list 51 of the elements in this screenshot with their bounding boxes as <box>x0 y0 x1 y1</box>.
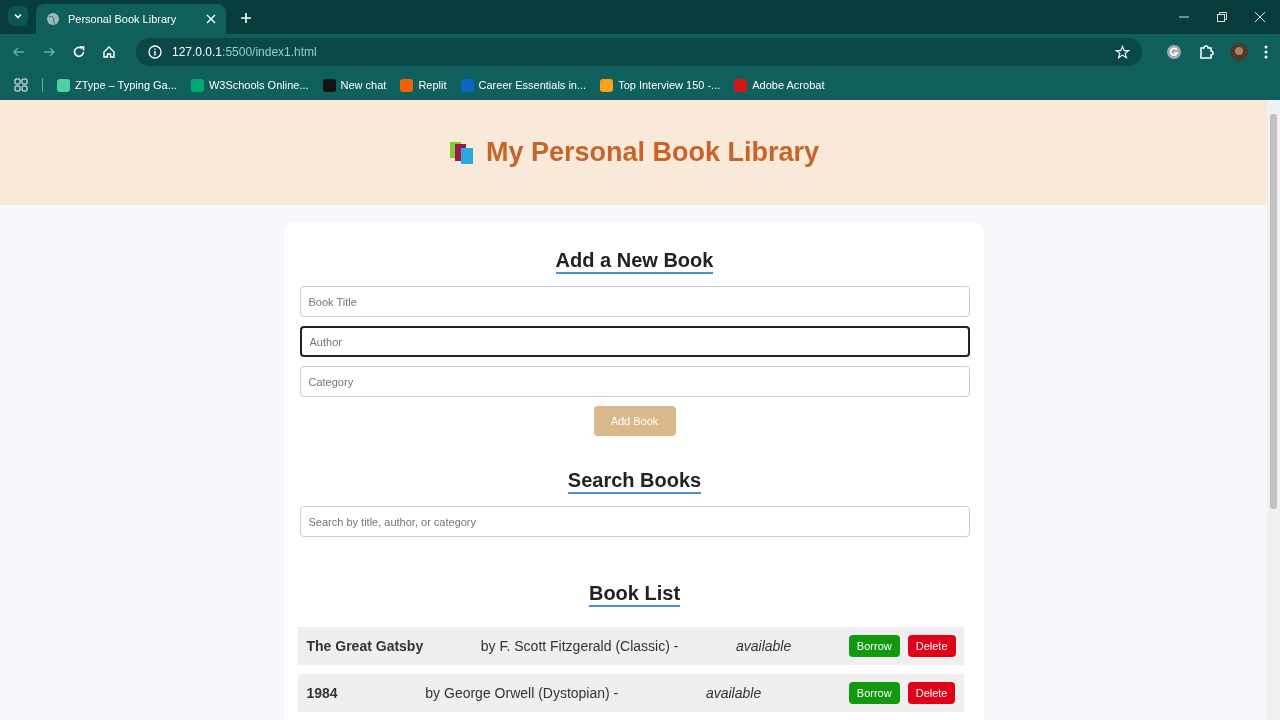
restore-icon[interactable] <box>1216 11 1228 23</box>
tab-list-button[interactable] <box>8 6 28 26</box>
info-icon <box>148 45 162 59</box>
back-icon[interactable] <box>12 45 26 59</box>
bookmark-favicon-icon <box>57 78 70 92</box>
bookmark-favicon-icon <box>322 78 336 92</box>
bookmark-favicon-icon <box>600 78 614 92</box>
close-icon[interactable] <box>1254 11 1266 23</box>
reload-icon[interactable] <box>72 45 86 59</box>
book-title: 1984 <box>306 685 338 701</box>
section-heading: Search Books <box>567 468 702 494</box>
chevron-down-icon <box>13 11 23 21</box>
forward-icon[interactable] <box>42 45 56 59</box>
book-status: available <box>736 638 792 654</box>
address-bar[interactable]: 127.0.0.1:5500/index1.html <box>136 38 1142 66</box>
bookmark[interactable]: Adobe Acrobat <box>734 78 825 92</box>
borrow-button[interactable]: Borrow <box>848 635 900 657</box>
extension-g-icon[interactable] <box>1166 44 1182 60</box>
delete-button[interactable]: Delete <box>907 635 956 657</box>
page-title: My Personal Book Library <box>485 137 820 168</box>
books-icon <box>447 139 476 166</box>
extensions-icon[interactable] <box>1198 44 1214 60</box>
input-field[interactable]: Author <box>299 326 970 357</box>
bookmark-favicon-icon <box>460 78 474 92</box>
bookmark-favicon-icon <box>400 78 414 92</box>
apps-icon[interactable] <box>14 78 28 92</box>
bookmark-favicon-icon <box>190 78 204 92</box>
globe-icon <box>46 12 60 26</box>
book-details: by George Orwell (Dystopian) - <box>425 685 619 701</box>
star-icon[interactable] <box>1115 44 1130 60</box>
bookmark[interactable]: New chat <box>322 78 387 92</box>
home-icon[interactable] <box>102 45 116 59</box>
bookmark[interactable]: Top Interview 150 -... <box>600 78 721 92</box>
new-tab-icon[interactable] <box>240 12 252 24</box>
bookmark[interactable]: Career Essentials in... <box>460 78 587 92</box>
section-heading: Book List <box>588 581 681 607</box>
bookmark[interactable]: Replit <box>400 78 447 92</box>
bookmark[interactable]: ZType – Typing Ga... <box>57 78 177 92</box>
delete-button[interactable]: Delete <box>907 682 956 704</box>
book-title: The Great Gatsby <box>306 638 424 654</box>
bookmark-favicon-icon <box>734 78 748 92</box>
borrow-button[interactable]: Borrow <box>848 682 900 704</box>
bookmark[interactable]: W3Schools Online... <box>190 78 309 92</box>
avatar-icon[interactable] <box>1230 43 1248 61</box>
book-details: by F. Scott Fitzgerald (Classic) - <box>480 638 679 654</box>
menu-icon[interactable] <box>1264 45 1268 59</box>
browser-tab[interactable]: Personal Book Library <box>36 4 226 34</box>
section-heading: Add a New Book <box>555 248 714 274</box>
book-status: available <box>705 685 762 701</box>
search-field[interactable]: Search by title, author, or category <box>299 506 970 537</box>
scrollbar[interactable] <box>1267 100 1280 720</box>
